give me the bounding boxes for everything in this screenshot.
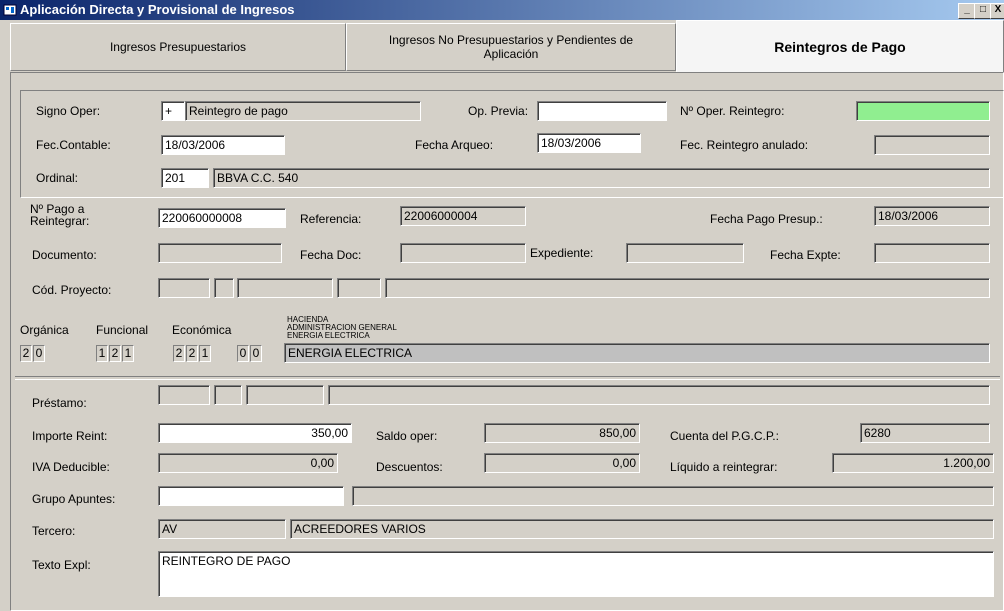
grupo-apuntes-field[interactable] xyxy=(158,486,344,506)
cod-proyecto-field-3 xyxy=(237,278,333,298)
fecha-doc-label: Fecha Doc: xyxy=(300,248,362,262)
fec-reintegro-anulado-label: Fec. Reintegro anulado: xyxy=(680,138,809,152)
expediente-field xyxy=(626,243,744,263)
signo-oper-label: Signo Oper: xyxy=(36,104,101,118)
economica-label: Económica xyxy=(172,323,232,337)
funcional-digit[interactable]: 1 xyxy=(122,345,134,362)
expediente-label: Expediente: xyxy=(530,246,594,260)
subconcepto-digit[interactable]: 0 xyxy=(250,345,262,362)
fec-contable-label: Fec.Contable: xyxy=(36,138,111,152)
num-pago-label: Nº Pago a Reintegrar: xyxy=(30,202,90,228)
fecha-pago-presup-label: Fecha Pago Presup.: xyxy=(710,212,823,226)
prestamo-desc xyxy=(328,385,990,405)
fecha-expte-field xyxy=(874,243,990,263)
tab-ingresos-presupuestarios[interactable]: Ingresos Presupuestarios xyxy=(10,23,346,71)
separator xyxy=(15,376,1000,380)
op-previa-label: Op. Previa: xyxy=(468,104,529,118)
tab-reintegros-de-pago[interactable]: Reintegros de Pago xyxy=(676,20,1004,72)
economica-digit[interactable]: 2 xyxy=(186,345,198,362)
close-button[interactable]: X xyxy=(990,3,1004,19)
funcional-digit[interactable]: 1 xyxy=(96,345,108,362)
importe-reint-field[interactable]: 350,00 xyxy=(158,423,352,443)
grupo-apuntes-label: Grupo Apuntes: xyxy=(32,492,116,506)
organica-digit[interactable]: 2 xyxy=(20,345,32,362)
num-pago-field[interactable]: 220060000008 xyxy=(158,208,286,228)
ordinal-code-field[interactable]: 201 xyxy=(161,168,209,188)
referencia-field: 22006000004 xyxy=(400,206,526,226)
fecha-arqueo-field[interactable]: 18/03/2006 xyxy=(537,133,641,153)
economica-digit[interactable]: 2 xyxy=(173,345,185,362)
clasif-desc-line3: ENERGIA ELECTRICA xyxy=(287,331,370,340)
window-title: Aplicación Directa y Provisional de Ingr… xyxy=(20,2,295,17)
funcional-label: Funcional xyxy=(96,323,149,337)
ordinal-desc-field: BBVA C.C. 540 xyxy=(213,168,990,188)
documento-label: Documento: xyxy=(32,248,97,262)
cod-proyecto-field-2 xyxy=(214,278,234,298)
tab-ingresos-no-presupuestarios[interactable]: Ingresos No Presupuestarios y Pendientes… xyxy=(346,23,676,71)
signo-oper-sign[interactable]: + xyxy=(161,101,185,121)
tercero-code-field: AV xyxy=(158,519,286,539)
prestamo-label: Préstamo: xyxy=(32,396,87,410)
iva-deducible-field: 0,00 xyxy=(158,453,338,473)
fecha-arqueo-label: Fecha Arqueo: xyxy=(415,138,494,152)
num-oper-reintegro-field[interactable] xyxy=(856,101,990,121)
liquido-reintegrar-field: 1.200,00 xyxy=(832,453,994,473)
prestamo-field-1 xyxy=(158,385,210,405)
descuentos-label: Descuentos: xyxy=(376,460,443,474)
documento-field xyxy=(158,243,282,263)
tercero-desc-field: ACREEDORES VARIOS xyxy=(290,519,994,539)
iva-deducible-label: IVA Deducible: xyxy=(32,460,110,474)
clasif-desc-field: ENERGIA ELECTRICA xyxy=(284,343,990,363)
tab-label: Ingresos Presupuestarios xyxy=(109,40,247,54)
num-oper-reintegro-label: Nº Oper. Reintegro: xyxy=(680,104,785,118)
ordinal-label: Ordinal: xyxy=(36,171,79,185)
tab-label: Reintegros de Pago xyxy=(774,38,906,55)
fec-contable-field[interactable]: 18/03/2006 xyxy=(161,135,285,155)
cuenta-pgcp-field: 6280 xyxy=(860,423,990,443)
fecha-pago-presup-field: 18/03/2006 xyxy=(874,206,990,226)
cod-proyecto-label: Cód. Proyecto: xyxy=(32,283,112,297)
prestamo-field-3 xyxy=(246,385,324,405)
importe-reint-label: Importe Reint: xyxy=(32,429,108,443)
economica-digit[interactable]: 1 xyxy=(199,345,211,362)
cod-proyecto-field-4 xyxy=(337,278,381,298)
cod-proyecto-field-1 xyxy=(158,278,210,298)
cod-proyecto-desc xyxy=(385,278,990,298)
app-icon xyxy=(3,4,17,16)
window-titlebar: Aplicación Directa y Provisional de Ingr… xyxy=(0,0,1004,20)
fecha-doc-field xyxy=(400,243,526,263)
prestamo-field-2 xyxy=(214,385,242,405)
fecha-expte-label: Fecha Expte: xyxy=(770,248,841,262)
descuentos-field: 0,00 xyxy=(484,453,640,473)
saldo-oper-field: 850,00 xyxy=(484,423,640,443)
referencia-label: Referencia: xyxy=(300,212,362,226)
saldo-oper-label: Saldo oper: xyxy=(376,429,438,443)
tab-label: Ingresos No Presupuestarios y Pendientes… xyxy=(388,33,634,61)
grupo-apuntes-desc xyxy=(352,486,994,506)
organica-digit[interactable]: 0 xyxy=(33,345,45,362)
texto-expl-label: Texto Expl: xyxy=(32,558,91,572)
texto-expl-field[interactable]: REINTEGRO DE PAGO xyxy=(158,551,994,597)
op-previa-field[interactable] xyxy=(537,101,667,121)
signo-oper-desc: Reintegro de pago xyxy=(185,101,421,121)
subconcepto-digit[interactable]: 0 xyxy=(237,345,249,362)
funcional-digit[interactable]: 2 xyxy=(109,345,121,362)
cuenta-pgcp-label: Cuenta del P.G.C.P.: xyxy=(670,429,779,443)
organica-label: Orgánica xyxy=(20,323,69,337)
fec-reintegro-anulado-field xyxy=(874,135,990,155)
liquido-reintegrar-label: Líquido a reintegrar: xyxy=(670,460,778,474)
tercero-label: Tercero: xyxy=(32,524,76,538)
